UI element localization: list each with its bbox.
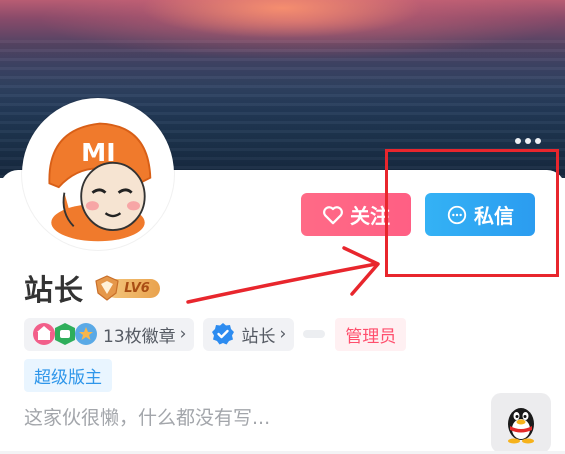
tag-row: 13枚徽章 › 站长 › 管理员 [24,317,407,351]
qq-penguin-icon [508,408,534,444]
annotation-arrow-icon [186,246,380,304]
heart-outline-icon [322,205,344,225]
avatar[interactable]: MI [22,98,174,250]
divider-pill [303,330,326,338]
level-shield-icon [95,275,119,301]
role-tag-admin: 管理员 [335,317,407,351]
role-tag-super-moderator: 超级版主 [24,359,112,392]
level-badge: LV6 [94,275,161,301]
profile-name: 站长 [24,273,85,307]
chevron-right-icon: › [179,324,187,344]
medal-star-icon [75,323,97,345]
qq-button[interactable] [491,393,551,453]
avatar-image: MI [27,103,169,245]
verify-label: 站长 [241,326,276,347]
profile-bio: 这家伙很懒，什么都没有写... [24,407,271,429]
medals-chip[interactable]: 13枚徽章 › [24,317,195,351]
verify-chip[interactable]: 站长 › [203,317,295,351]
profile-name-row: 站长 LV6 [24,268,161,308]
follow-button-label: 关注 [350,204,390,228]
annotation-highlight-box [385,149,559,277]
verified-check-icon [212,323,235,345]
more-options-icon[interactable] [515,136,541,146]
chevron-right-icon: › [279,324,287,344]
medals-count: 13枚徽章 [103,326,176,347]
